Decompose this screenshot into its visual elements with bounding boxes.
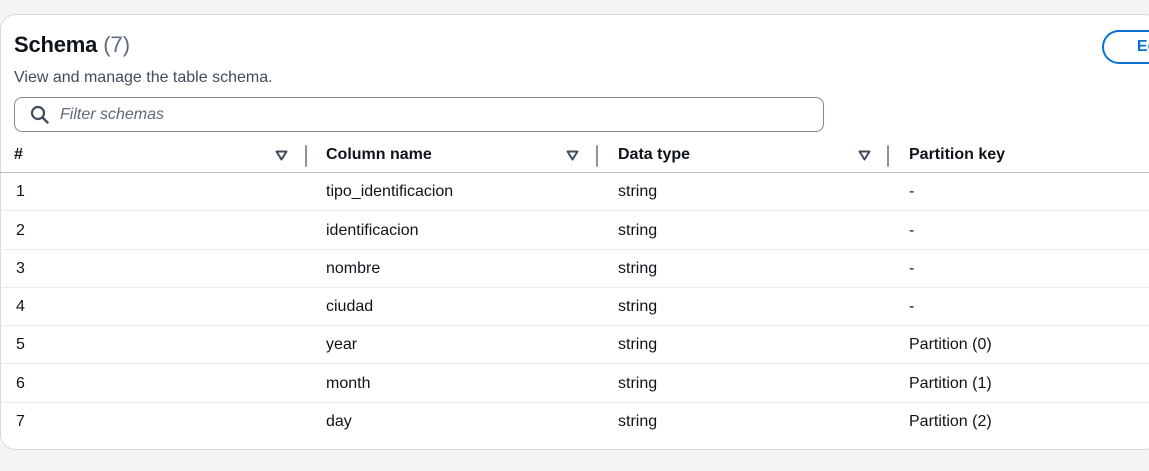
edit-schema-button[interactable]: Edit	[1102, 30, 1149, 64]
data-type-cell: string	[618, 336, 658, 353]
column-header-data-type[interactable]: Data type	[618, 137, 690, 173]
table-row: 3 nombre string -	[0, 250, 1149, 288]
sort-down-icon[interactable]	[857, 149, 871, 161]
column-name-cell: year	[326, 336, 358, 353]
page-title: Schema (7)	[14, 32, 130, 58]
column-name-cell: nombre	[326, 260, 381, 277]
column-header-column-name[interactable]: Column name	[326, 137, 432, 173]
column-header-data-type-label: Data type	[618, 146, 691, 163]
column-header-number[interactable]: #	[14, 137, 23, 173]
data-type-cell: string	[618, 375, 658, 392]
schema-count: (7)	[103, 32, 131, 57]
column-header-partition-key-label: Partition key	[909, 146, 1006, 163]
column-header-number-label: #	[14, 146, 23, 163]
column-resizer[interactable]	[596, 145, 598, 167]
row-number: 1	[16, 183, 25, 200]
partition-key-cell: Partition (2)	[909, 413, 992, 430]
data-type-cell: string	[618, 222, 658, 239]
filter-schemas-input[interactable]	[60, 99, 760, 130]
partition-key-cell: Partition (0)	[909, 336, 992, 353]
row-number: 7	[16, 413, 25, 430]
column-name-cell: month	[326, 375, 371, 392]
table-row: 1 tipo_identificacion string -	[0, 173, 1149, 211]
data-type-cell: string	[618, 260, 658, 277]
partition-key-cell: -	[909, 183, 915, 200]
table-header: # Column name Data type Partition key	[0, 137, 1149, 173]
table-row: 2 identificacion string -	[0, 212, 1149, 250]
schema-title: Schema	[14, 32, 98, 57]
row-number: 4	[16, 298, 25, 315]
column-name-cell: identificacion	[326, 222, 419, 239]
column-header-column-name-label: Column name	[326, 146, 432, 163]
column-resizer[interactable]	[887, 145, 889, 167]
partition-key-cell: -	[909, 260, 915, 277]
data-type-cell: string	[618, 183, 658, 200]
table-row: 6 month string Partition (1)	[0, 365, 1149, 403]
table-row: 4 ciudad string -	[0, 288, 1149, 326]
table-row: 7 day string Partition (2)	[0, 403, 1149, 441]
row-number: 6	[16, 375, 25, 392]
sort-down-icon[interactable]	[565, 149, 579, 161]
filter-box[interactable]	[14, 97, 824, 132]
sort-down-icon[interactable]	[274, 149, 288, 161]
schema-description: View and manage the table schema.	[14, 69, 273, 86]
search-icon	[29, 105, 49, 125]
column-name-cell: tipo_identificacion	[326, 183, 454, 200]
row-number: 5	[16, 336, 25, 353]
table-row: 5 year string Partition (0)	[0, 326, 1149, 364]
row-number: 2	[16, 222, 25, 239]
column-name-cell: ciudad	[326, 298, 374, 315]
partition-key-cell: -	[909, 222, 915, 239]
column-resizer[interactable]	[305, 145, 307, 167]
data-type-cell: string	[618, 413, 658, 430]
data-type-cell: string	[618, 298, 658, 315]
row-number: 3	[16, 260, 25, 277]
column-header-partition-key: Partition key	[909, 137, 1005, 173]
partition-key-cell: Partition (1)	[909, 375, 992, 392]
partition-key-cell: -	[909, 298, 915, 315]
column-name-cell: day	[326, 413, 352, 430]
